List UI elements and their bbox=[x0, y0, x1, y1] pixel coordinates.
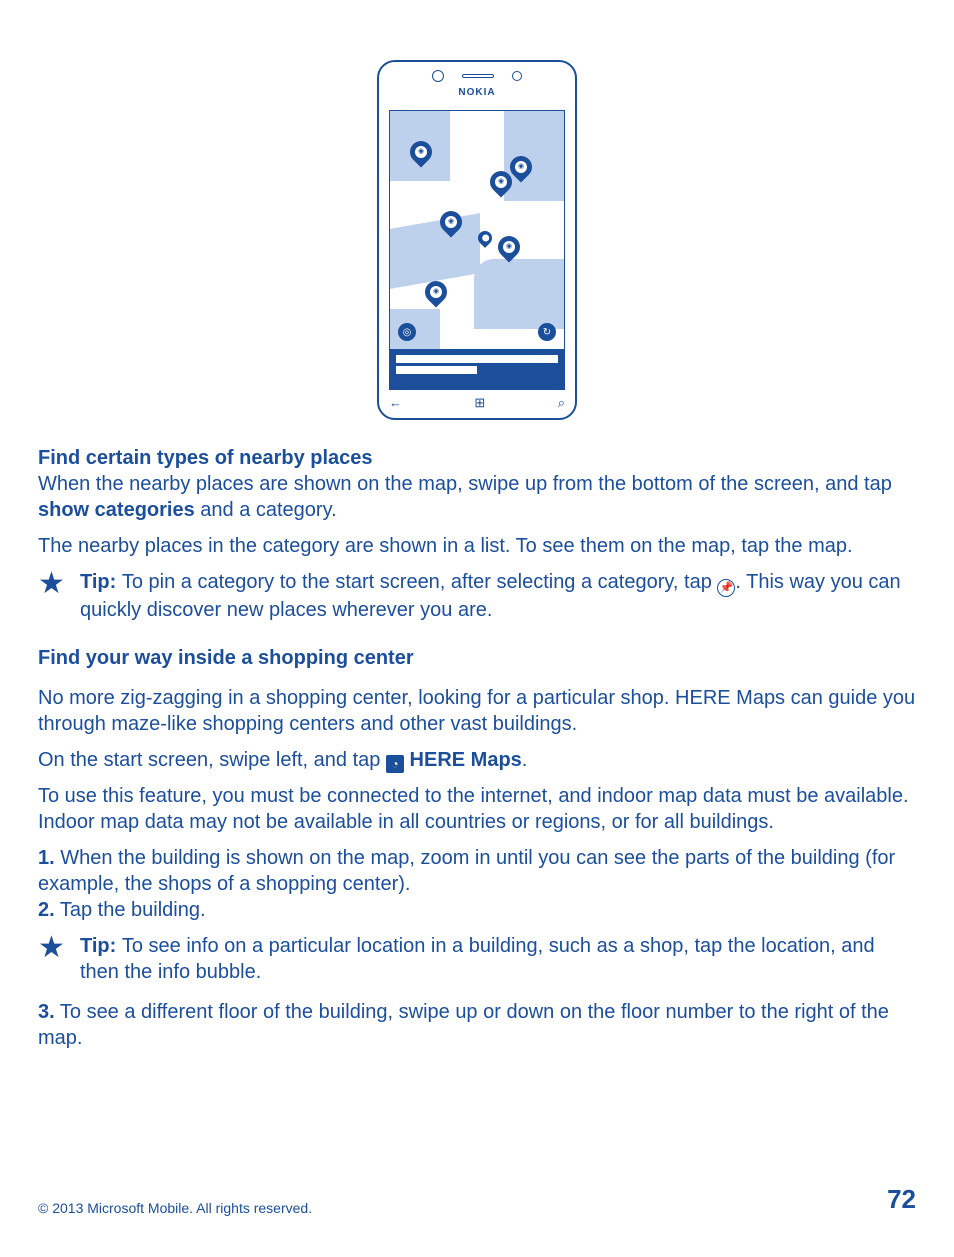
body-text: To see a different floor of the building… bbox=[38, 1001, 889, 1049]
windows-icon: ⊞ bbox=[474, 395, 485, 412]
bottom-bar bbox=[390, 349, 564, 389]
here-maps-app-icon: ◔ bbox=[386, 755, 404, 773]
star-icon: ★ bbox=[38, 933, 68, 985]
back-icon: ← bbox=[389, 395, 402, 412]
step-number: 2. bbox=[38, 899, 55, 921]
search-icon: ⌕ bbox=[558, 395, 565, 412]
step-number: 3. bbox=[38, 1001, 55, 1023]
body-text: and a category. bbox=[195, 499, 337, 521]
signal-icon bbox=[432, 70, 444, 82]
body-text: When the nearby places are shown on the … bbox=[38, 473, 892, 495]
body-text: . bbox=[522, 749, 528, 771]
page-number: 72 bbox=[887, 1183, 916, 1217]
copyright-text: © 2013 Microsoft Mobile. All rights rese… bbox=[38, 1199, 312, 1217]
section-heading-1: Find certain types of nearby places bbox=[38, 447, 373, 469]
phone-screen: ◉ ◉ ◉ ◉ ◉ ◉ ◎ ↻ bbox=[389, 110, 565, 390]
tip-label: Tip: bbox=[80, 571, 122, 593]
brand-label: NOKIA bbox=[379, 86, 575, 99]
tip-block: ★ Tip: To pin a category to the start sc… bbox=[38, 569, 916, 623]
refresh-icon: ↻ bbox=[538, 323, 556, 341]
body-text: No more zig-zagging in a shopping center… bbox=[38, 685, 916, 737]
tip-block: ★ Tip: To see info on a particular locat… bbox=[38, 933, 916, 985]
section-heading-2: Find your way inside a shopping center bbox=[38, 645, 916, 671]
locate-icon: ◎ bbox=[398, 323, 416, 341]
pin-icon: 📌 bbox=[717, 579, 735, 597]
body-text: On the start screen, swipe left, and tap bbox=[38, 749, 386, 771]
body-text: To see info on a particular location in … bbox=[80, 935, 875, 983]
camera-icon bbox=[512, 71, 522, 81]
bold-text: show categories bbox=[38, 499, 195, 521]
phone-illustration: NOKIA ◉ ◉ ◉ ◉ ◉ ◉ ◎ ↻ bbox=[38, 60, 916, 420]
tip-label: Tip: bbox=[80, 935, 122, 957]
speaker-icon bbox=[462, 74, 494, 78]
step-number: 1. bbox=[38, 847, 55, 869]
body-text: Tap the building. bbox=[55, 899, 206, 921]
body-text: To pin a category to the start screen, a… bbox=[122, 571, 718, 593]
app-name: HERE Maps bbox=[410, 749, 522, 771]
body-text: To use this feature, you must be connect… bbox=[38, 783, 916, 835]
body-text: When the building is shown on the map, z… bbox=[38, 847, 895, 895]
body-text: The nearby places in the category are sh… bbox=[38, 533, 916, 559]
star-icon: ★ bbox=[38, 569, 68, 623]
map-area: ◉ ◉ ◉ ◉ ◉ ◉ ◎ ↻ bbox=[390, 111, 564, 349]
